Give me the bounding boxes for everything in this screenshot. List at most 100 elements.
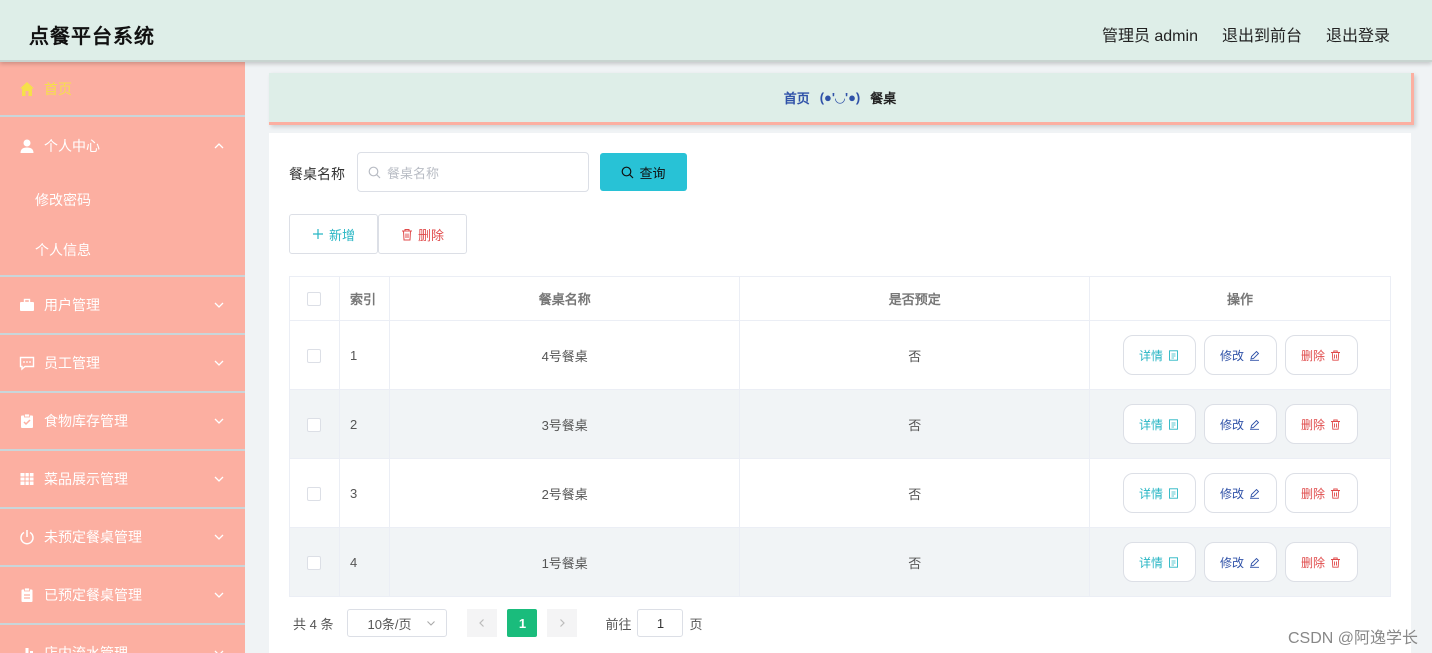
edit-button[interactable]: 修改 [1203,335,1277,375]
detail-button-label: 详情 [1139,348,1164,363]
detail-button[interactable]: 详情 [1122,335,1196,375]
sidebar-item-dish-display[interactable]: 菜品展示管理 [0,451,245,509]
detail-button[interactable]: 详情 [1122,404,1196,444]
chevron-down-icon [427,621,436,626]
sidebar-item-label: 用户管理 [44,297,100,313]
chart-icon [19,645,35,653]
header-index: 索引 [338,276,390,321]
top-links: 管理员 admin 退出到前台 退出登录 [1102,22,1390,46]
sidebar-item-label: 未预定餐桌管理 [44,529,142,545]
sidebar-item-reserved-tables[interactable]: 已预定餐桌管理 [0,567,245,625]
exit-to-front-link[interactable]: 退出到前台 [1222,22,1302,46]
chevron-down-icon [214,534,224,540]
goto-label: 前往 [605,616,632,632]
detail-button[interactable]: 详情 [1122,473,1196,513]
row-table-name: 4号餐桌 [388,320,741,390]
logout-link[interactable]: 退出登录 [1326,22,1390,46]
user-icon [19,138,35,154]
row-reserved: 否 [739,389,1091,459]
table-row: 2 3号餐桌否 详情 修改 删除 [289,389,1391,459]
sidebar-item-staff-management[interactable]: 员工管理 [0,335,245,393]
chevron-up-icon [214,143,224,149]
sidebar-item-store-cashflow[interactable]: 店内流水管理 [0,625,245,653]
sidebar-item-personal-info[interactable]: 个人信息 [0,225,245,275]
batch-delete-button[interactable]: 删除 [378,214,467,254]
row-checkbox[interactable] [307,348,322,363]
delete-button[interactable]: 删除 [1284,473,1358,513]
row-checkbox-cell [289,320,340,390]
sidebar-item-user-management[interactable]: 用户管理 [0,277,245,335]
sidebar-item-food-inventory[interactable]: 食物库存管理 [0,393,245,451]
page-size-select[interactable]: 10条/页 [347,609,448,637]
delete-button[interactable]: 删除 [1284,335,1358,375]
edit-button[interactable]: 修改 [1203,542,1277,582]
sidebar-item-label: 食物库存管理 [44,413,128,429]
pencil-icon [1250,419,1260,430]
row-checkbox-cell [289,458,340,528]
delete-button-label: 删除 [1301,348,1326,363]
add-button[interactable]: 新增 [289,214,378,254]
row-table-name: 2号餐桌 [388,458,741,528]
search-label: 餐桌名称 [289,166,345,182]
chevron-down-icon [214,302,224,308]
delete-button-label: 删除 [1301,486,1326,501]
header-checkbox-cell [289,276,340,321]
delete-button-label: 删除 [1301,555,1326,570]
next-page-button[interactable] [547,609,578,637]
trash-icon [1331,557,1341,568]
row-checkbox-cell [289,527,340,597]
home-icon [19,81,35,97]
breadcrumb-home[interactable]: 首页 [784,88,810,107]
chevron-down-icon [214,592,224,598]
trash-icon [401,228,412,240]
search-icon [622,166,634,178]
chat-icon [19,355,35,371]
pagination: 共 4 条 10条/页 1 前往 1 页 [293,609,703,637]
breadcrumb: 首页 (●'◡'●) 餐桌 [269,73,1414,125]
prev-page-button[interactable] [467,609,498,637]
sidebar-item-change-password[interactable]: 修改密码 [0,175,245,225]
row-checkbox[interactable] [307,555,322,570]
edit-button-label: 修改 [1220,417,1245,432]
document-icon [1169,556,1178,568]
row-reserved: 否 [739,320,1091,390]
delete-button[interactable]: 删除 [1284,404,1358,444]
row-index: 1 [338,320,390,390]
app-title: 点餐平台系统 [29,26,155,48]
sidebar-item-label: 首页 [44,80,72,97]
chevron-down-icon [214,650,224,653]
chevron-down-icon [214,360,224,366]
row-checkbox[interactable] [307,417,322,432]
detail-button[interactable]: 详情 [1122,542,1196,582]
edit-button-label: 修改 [1220,555,1245,570]
select-all-checkbox[interactable] [307,292,322,307]
detail-button-label: 详情 [1139,486,1164,501]
chevron-down-icon [214,476,224,482]
row-reserved: 否 [739,458,1091,528]
admin-label[interactable]: 管理员 admin [1102,22,1198,46]
row-checkbox[interactable] [307,486,322,501]
row-index: 4 [338,527,390,597]
edit-button[interactable]: 修改 [1203,473,1277,513]
briefcase-icon [19,297,35,313]
document-icon [1169,487,1178,499]
add-button-label: 新增 [328,227,355,243]
sidebar-item-personal-center[interactable]: 个人中心 [0,117,245,175]
page-size-value: 10条/页 [367,616,412,632]
chevron-left-icon [479,619,485,627]
trash-icon [1331,419,1341,430]
query-button[interactable]: 查询 [600,153,687,191]
trash-icon [1331,350,1341,361]
edit-button[interactable]: 修改 [1203,404,1277,444]
sidebar-item-unreserved-tables[interactable]: 未预定餐桌管理 [0,509,245,567]
search-input[interactable]: 餐桌名称 [357,152,589,192]
document-icon [1169,349,1178,361]
row-index: 3 [338,458,390,528]
page-number-current[interactable]: 1 [507,609,538,637]
sidebar-item-home[interactable]: 首页 [0,62,245,117]
delete-button[interactable]: 删除 [1284,542,1358,582]
edit-button-label: 修改 [1220,486,1245,501]
detail-button-label: 详情 [1139,555,1164,570]
sidebar: 首页 个人中心 修改密码 个人信息 用户管理 员工管理 食物库存管理 菜品展示管… [0,62,245,653]
goto-page-input[interactable]: 1 [637,609,684,637]
